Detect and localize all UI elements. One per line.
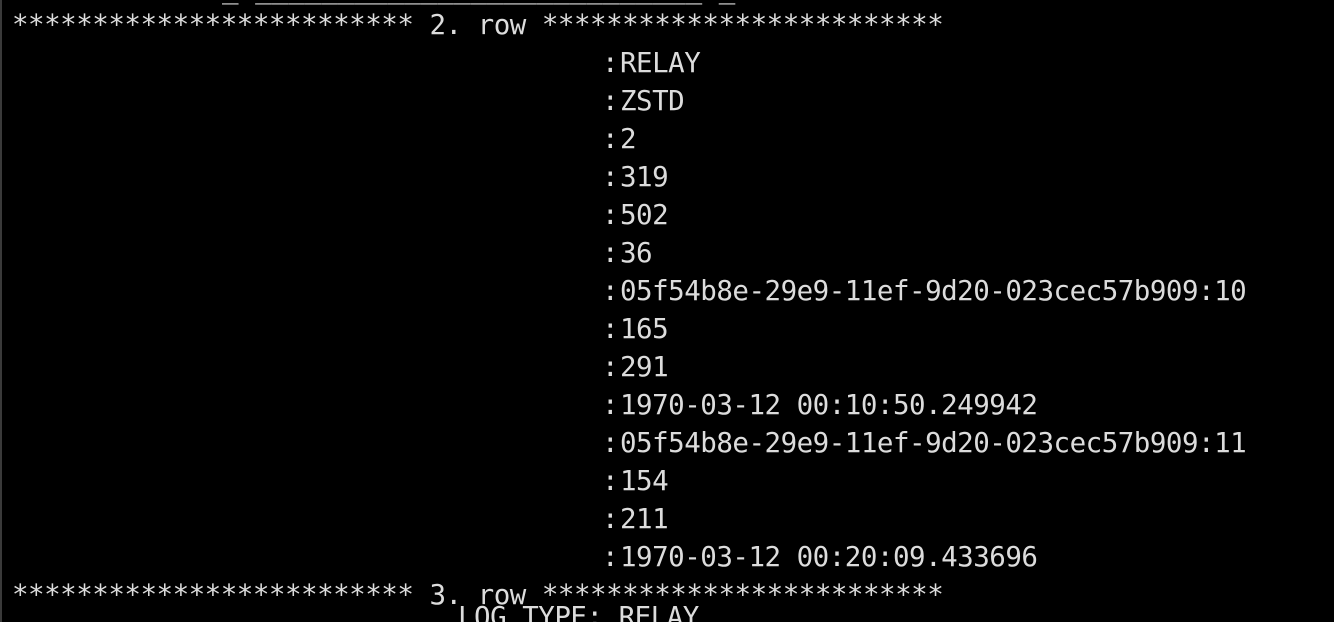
terminal-window[interactable]: _ ___________________________ _ ********… [0, 0, 1334, 622]
field-row: TRANSACTION_COUNTER:2 [2, 120, 637, 158]
field-colon: : [602, 199, 619, 231]
field-colon: : [602, 503, 619, 535]
field-row: FIRST_TRANSACTION_TIMESTAMP:1970-03-12 0… [2, 386, 1038, 424]
field-value: 05f54b8e-29e9-11ef-9d20-023cec57b909:10 [620, 275, 1247, 307]
field-colon: : [602, 541, 619, 573]
field-row: FIRST_TRANSACTION_ID:05f54b8e-29e9-11ef-… [2, 272, 1247, 310]
field-value: 36 [620, 237, 653, 269]
field-row: LAST_TRANSACTION_TIMESTAMP:1970-03-12 00… [2, 538, 1038, 576]
field-colon: : [602, 85, 619, 117]
field-colon: : [602, 389, 619, 421]
field-colon: : [602, 313, 619, 345]
field-colon: : [602, 351, 619, 383]
field-row: COMPRESSED_BYTES_COUNTER:319 [2, 158, 669, 196]
field-row: UNCOMPRESSED_BYTES_COUNTER:502 [2, 196, 669, 234]
field-row: FIRST_TRANSACTION_UNCOMPRESSED_BYTES:291 [2, 348, 669, 386]
field-colon: : [602, 427, 619, 459]
field-value: 211 [620, 503, 669, 535]
field-colon: : [602, 161, 619, 193]
field-value: 2 [620, 123, 637, 155]
field-row: LAST_TRANSACTION_COMPRESSED_BYTES:154 [2, 462, 669, 500]
field-colon: : [602, 275, 619, 307]
field-value: 1970-03-12 00:10:50.249942 [620, 389, 1038, 421]
field-value: 1970-03-12 00:20:09.433696 [620, 541, 1038, 573]
field-colon: : [602, 465, 619, 497]
field-value: 165 [620, 313, 669, 345]
field-colon: : [602, 237, 619, 269]
field-value: 502 [620, 199, 669, 231]
field-value: RELAY [620, 47, 701, 79]
field-row: LAST_TRANSACTION_ID:05f54b8e-29e9-11ef-9… [2, 424, 1247, 462]
field-row: COMPRESSION_TYPE:ZSTD [2, 82, 685, 120]
field-value: 319 [620, 161, 669, 193]
field-row: COMPRESSION_PERCENTAGE:36 [2, 234, 653, 272]
field-value: 291 [620, 351, 669, 383]
field-value: 05f54b8e-29e9-11ef-9d20-023cec57b909:11 [620, 427, 1247, 459]
field-colon: : [602, 123, 619, 155]
field-colon: : [602, 47, 619, 79]
field-row: LOG_TYPE:RELAY [2, 44, 701, 82]
row-2-separator: ************************* 2. row *******… [12, 9, 944, 41]
field-row: LAST_TRANSACTION_UNCOMPRESSED_BYTES:211 [2, 500, 669, 538]
field-value: ZSTD [620, 85, 685, 117]
cut-off-next-line: LOG_TYPE: RELAY [458, 601, 699, 622]
field-value: 154 [620, 465, 669, 497]
field-row: FIRST_TRANSACTION_COMPRESSED_BYTES:165 [2, 310, 669, 348]
